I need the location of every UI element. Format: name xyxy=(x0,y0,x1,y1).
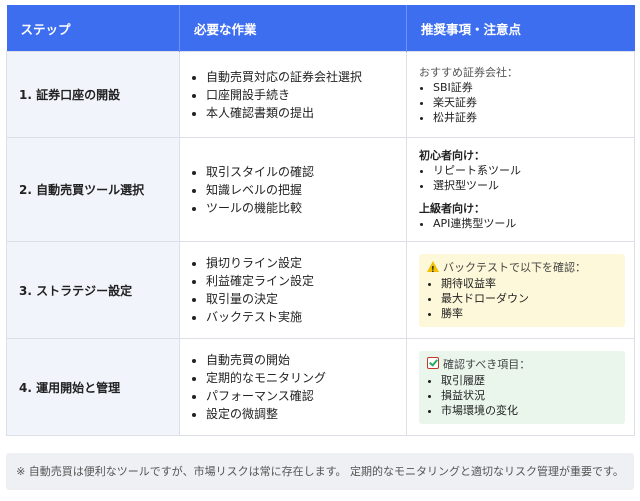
list-item: 自動売買の開始 xyxy=(206,351,406,369)
list-item: 本人確認書類の提出 xyxy=(206,104,406,122)
list-item: ツールの機能比較 xyxy=(206,199,406,217)
header-tasks: 必要な作業 xyxy=(179,5,407,52)
backtest-warning-box: バックテストで以下を確認： 期待収益率 最大ドローダウン 勝率 xyxy=(419,253,625,327)
list-item: パフォーマンス確認 xyxy=(206,387,406,405)
note-cell: バックテストで以下を確認： 期待収益率 最大ドローダウン 勝率 xyxy=(406,241,635,339)
step-label: 2. 自動売買ツール選択 xyxy=(6,137,180,242)
task-list: 取引スタイルの確認 知識レベルの把握 ツールの機能比較 xyxy=(192,163,406,217)
task-list-cell: 取引スタイルの確認 知識レベルの把握 ツールの機能比較 xyxy=(179,137,407,242)
checklist-icon xyxy=(427,356,439,369)
table-header-row: ステップ 必要な作業 推奨事項・注意点 xyxy=(6,5,635,52)
task-list-cell: 自動売買の開始 定期的なモニタリング パフォーマンス確認 設定の微調整 xyxy=(179,338,407,436)
list-item: 定期的なモニタリング xyxy=(206,369,406,387)
step-label: 4. 運用開始と管理 xyxy=(6,338,180,436)
beginner-list: リピート系ツール 選択型ツール xyxy=(419,163,634,193)
task-list: 自動売買の開始 定期的なモニタリング パフォーマンス確認 設定の微調整 xyxy=(192,351,406,423)
list-item: 期待収益率 xyxy=(441,276,617,291)
checklist-title: 確認すべき項目： xyxy=(443,357,531,371)
list-item: バックテスト実施 xyxy=(206,308,406,326)
list-item: 松井証券 xyxy=(433,110,634,125)
checklist-header: 確認すべき項目： xyxy=(427,356,617,373)
task-list-cell: 自動売買対応の証券会社選択 口座開設手続き 本人確認書類の提出 xyxy=(179,51,407,138)
list-item: SBI証券 xyxy=(433,80,634,95)
list-item: 自動売買対応の証券会社選択 xyxy=(206,68,406,86)
trading-steps-table: ステップ 必要な作業 推奨事項・注意点 1. 証券口座の開設 自動売買対応の証券… xyxy=(6,5,635,436)
table-row: 3. ストラテジー設定 損切りライン設定 利益確定ライン設定 取引量の決定 バッ… xyxy=(6,241,635,339)
table-row: 4. 運用開始と管理 自動売買の開始 定期的なモニタリング パフォーマンス確認 … xyxy=(6,338,635,436)
list-item: 取引履歴 xyxy=(441,373,617,388)
list-item: 市場環境の変化 xyxy=(441,403,617,418)
advanced-title: 上級者向け： xyxy=(419,202,485,215)
list-item: 口座開設手続き xyxy=(206,86,406,104)
task-list-cell: 損切りライン設定 利益確定ライン設定 取引量の決定 バックテスト実施 xyxy=(179,241,407,339)
risk-disclaimer: ※ 自動売買は便利なツールですが、市場リスクは常に存在します。 定期的なモニタリ… xyxy=(6,453,634,490)
warning-icon xyxy=(427,260,439,278)
list-item: 損益状況 xyxy=(441,388,617,403)
header-notes: 推奨事項・注意点 xyxy=(406,5,635,52)
backtest-warning-header: バックテストで以下を確認： xyxy=(427,260,617,278)
list-item: 取引量の決定 xyxy=(206,290,406,308)
advanced-list: API連携型ツール xyxy=(419,216,634,231)
list-item: 利益確定ライン設定 xyxy=(206,272,406,290)
list-item: 勝率 xyxy=(441,306,617,321)
list-item: 楽天証券 xyxy=(433,95,634,110)
task-list: 自動売買対応の証券会社選択 口座開設手続き 本人確認書類の提出 xyxy=(192,68,406,122)
checklist-list: 取引履歴 損益状況 市場環境の変化 xyxy=(427,373,617,418)
list-item: 取引スタイルの確認 xyxy=(206,163,406,181)
list-item: 設定の微調整 xyxy=(206,405,406,423)
table-row: 1. 証券口座の開設 自動売買対応の証券会社選択 口座開設手続き 本人確認書類の… xyxy=(6,51,635,138)
task-list: 損切りライン設定 利益確定ライン設定 取引量の決定 バックテスト実施 xyxy=(192,254,406,326)
note-cell: おすすめ証券会社： SBI証券 楽天証券 松井証券 xyxy=(406,51,635,138)
note-cell: 確認すべき項目： 取引履歴 損益状況 市場環境の変化 xyxy=(406,338,635,436)
list-item: 選択型ツール xyxy=(433,178,634,193)
checklist-box: 確認すべき項目： 取引履歴 損益状況 市場環境の変化 xyxy=(419,350,625,424)
note-title: おすすめ証券会社： xyxy=(419,65,518,79)
list-item: リピート系ツール xyxy=(433,163,634,178)
backtest-title: バックテストで以下を確認： xyxy=(443,260,586,274)
list-item: 損切りライン設定 xyxy=(206,254,406,272)
list-item: API連携型ツール xyxy=(433,216,634,231)
note-cell: 初心者向け： リピート系ツール 選択型ツール 上級者向け： API連携型ツール xyxy=(406,137,635,242)
header-step: ステップ xyxy=(6,5,180,52)
note-list: SBI証券 楽天証券 松井証券 xyxy=(419,80,634,125)
table-row: 2. 自動売買ツール選択 取引スタイルの確認 知識レベルの把握 ツールの機能比較… xyxy=(6,137,635,242)
list-item: 知識レベルの把握 xyxy=(206,181,406,199)
step-label: 1. 証券口座の開設 xyxy=(6,51,180,138)
beginner-title: 初心者向け： xyxy=(419,149,485,162)
step-label: 3. ストラテジー設定 xyxy=(6,241,180,339)
trading-steps-table-container: ステップ 必要な作業 推奨事項・注意点 1. 証券口座の開設 自動売買対応の証券… xyxy=(6,5,635,436)
list-item: 最大ドローダウン xyxy=(441,291,617,306)
backtest-list: 期待収益率 最大ドローダウン 勝率 xyxy=(427,276,617,321)
